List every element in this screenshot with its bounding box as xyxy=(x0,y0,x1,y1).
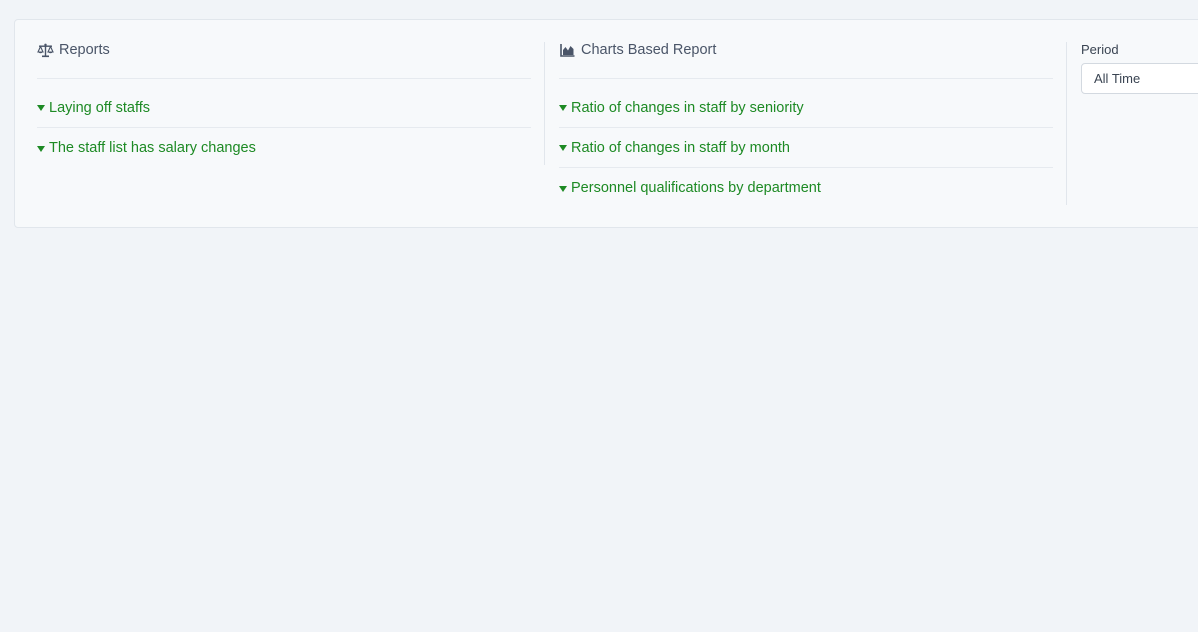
period-filter: Period All Time xyxy=(1081,42,1198,94)
charts-header: Charts Based Report xyxy=(559,42,1053,79)
reports-title: Reports xyxy=(59,42,110,58)
reports-panel: Reports Laying off staffs The staff list… xyxy=(14,19,1198,228)
caret-down-icon xyxy=(37,145,45,152)
area-chart-icon xyxy=(559,42,576,58)
caret-down-icon xyxy=(559,145,567,151)
chart-item-label: Personnel qualifications by department xyxy=(571,180,821,196)
scale-icon xyxy=(37,42,54,58)
column-divider xyxy=(544,42,545,165)
period-label: Period xyxy=(1081,42,1119,57)
chart-item-qualifications[interactable]: Personnel qualifications by department xyxy=(559,168,1053,208)
period-select[interactable]: All Time xyxy=(1081,63,1198,94)
chart-item-label: Ratio of changes in staff by month xyxy=(571,139,790,156)
caret-down-icon xyxy=(559,105,567,111)
chart-item-month[interactable]: Ratio of changes in staff by month xyxy=(559,128,1053,168)
reports-column: Reports Laying off staffs The staff list… xyxy=(37,42,531,168)
chart-item-label: Ratio of changes in staff by seniority xyxy=(571,99,804,116)
caret-down-icon xyxy=(37,105,45,111)
report-item-salary-changes[interactable]: The staff list has salary changes xyxy=(37,128,531,168)
caret-down-icon xyxy=(559,185,567,192)
charts-list: Ratio of changes in staff by seniority R… xyxy=(559,88,1053,208)
chart-item-seniority[interactable]: Ratio of changes in staff by seniority xyxy=(559,88,1053,128)
report-item-laying-off-staffs[interactable]: Laying off staffs xyxy=(37,88,531,128)
charts-title: Charts Based Report xyxy=(581,42,717,58)
reports-list: Laying off staffs The staff list has sal… xyxy=(37,88,531,168)
charts-column: Charts Based Report Ratio of changes in … xyxy=(559,42,1053,208)
report-item-label: Laying off staffs xyxy=(49,99,151,116)
reports-header: Reports xyxy=(37,42,531,79)
report-item-label: The staff list has salary changes xyxy=(49,140,256,156)
column-divider xyxy=(1066,42,1067,205)
